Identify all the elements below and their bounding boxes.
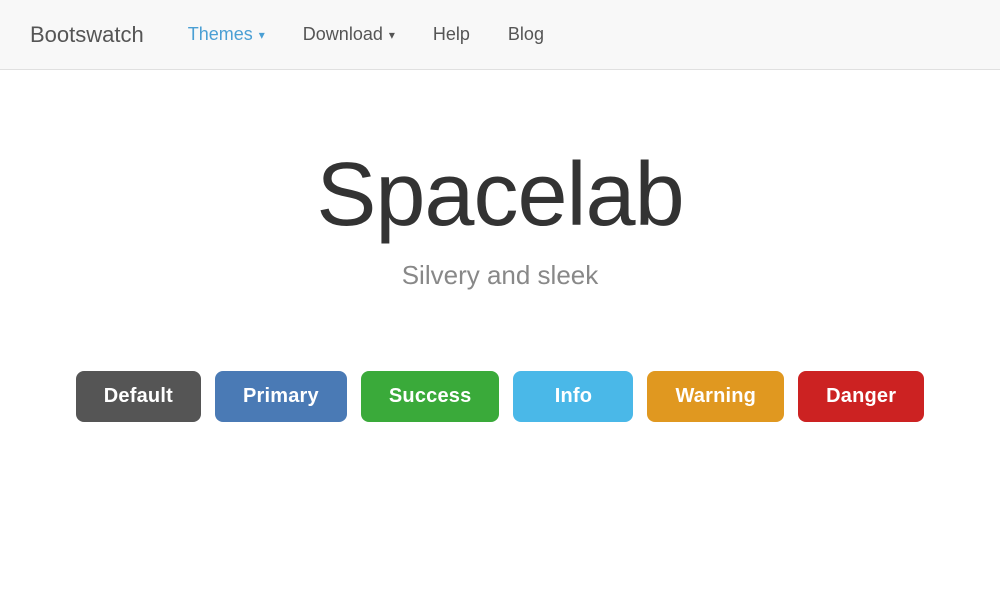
btn-success[interactable]: Success xyxy=(361,371,500,422)
btn-default[interactable]: Default xyxy=(76,371,201,422)
hero-section: Spacelab Silvery and sleek xyxy=(0,70,1000,331)
nav-help-label: Help xyxy=(433,24,470,45)
btn-primary[interactable]: Primary xyxy=(215,371,347,422)
nav-download-label: Download xyxy=(303,24,383,45)
hero-subtitle: Silvery and sleek xyxy=(402,260,599,291)
navbar: Bootswatch Themes ▾ Download ▾ Help Blog xyxy=(0,0,1000,70)
nav-item-themes[interactable]: Themes ▾ xyxy=(174,16,279,53)
nav-item-blog[interactable]: Blog xyxy=(494,16,558,53)
themes-chevron-icon: ▾ xyxy=(259,28,265,42)
navbar-brand[interactable]: Bootswatch xyxy=(30,22,144,48)
btn-info[interactable]: Info xyxy=(513,371,633,422)
download-chevron-icon: ▾ xyxy=(389,28,395,42)
nav-blog-label: Blog xyxy=(508,24,544,45)
hero-title: Spacelab xyxy=(316,150,683,240)
btn-danger[interactable]: Danger xyxy=(798,371,924,422)
nav-item-help[interactable]: Help xyxy=(419,16,484,53)
buttons-row: Default Primary Success Info Warning Dan… xyxy=(0,341,1000,422)
nav-themes-label: Themes xyxy=(188,24,253,45)
btn-warning[interactable]: Warning xyxy=(647,371,784,422)
nav-item-download[interactable]: Download ▾ xyxy=(289,16,409,53)
